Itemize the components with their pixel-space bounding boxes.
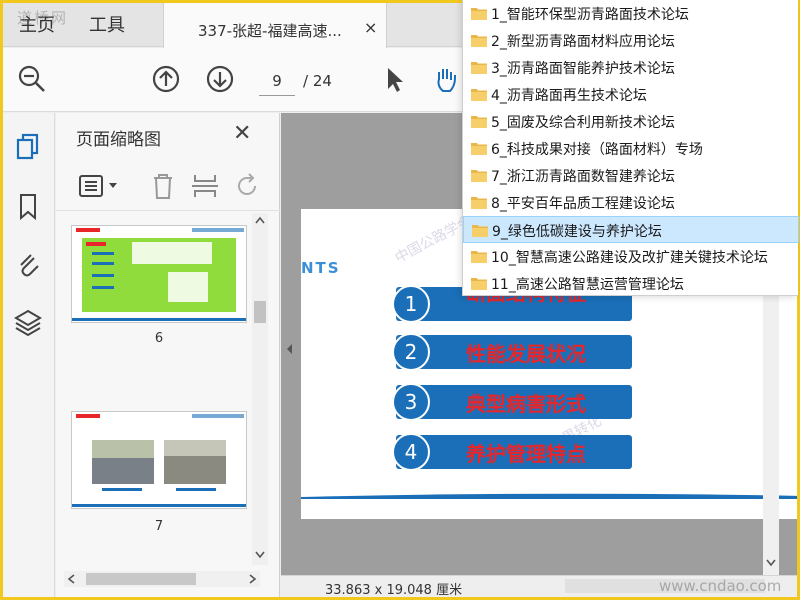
- page-dimensions: 33.863 x 19.048 厘米: [325, 583, 463, 597]
- extract-page-icon[interactable]: [190, 171, 220, 201]
- horizontal-scroll-thumb[interactable]: [86, 573, 196, 585]
- contents-heading: NTS: [301, 259, 341, 277]
- folder-icon: [471, 278, 487, 290]
- toc-text: 典型病害形式: [466, 392, 586, 416]
- site-watermark: www.cndao.com: [659, 577, 782, 595]
- folder-icon: [471, 251, 487, 263]
- folder-item[interactable]: 11_高速公路智慧运营管理论坛: [463, 270, 799, 297]
- folder-icon: [471, 35, 487, 47]
- collapse-panel-icon[interactable]: [285, 343, 293, 355]
- folder-item[interactable]: 9_绿色低碳建设与养护论坛: [463, 216, 799, 243]
- scroll-left-icon[interactable]: [67, 574, 75, 584]
- folder-icon: [471, 116, 487, 128]
- folder-item[interactable]: 8_平安百年品质工程建设论坛: [463, 189, 799, 216]
- folder-item-label: 8_平安百年品质工程建设论坛: [491, 196, 675, 212]
- tab-document[interactable]: 337-张超-福建高速... ×: [163, 3, 387, 48]
- folder-item[interactable]: 1_智能环保型沥青路面技术论坛: [463, 0, 799, 27]
- status-bar: 33.863 x 19.048 厘米 www.cndao.com: [281, 575, 797, 597]
- thumbnail-page-7[interactable]: [71, 411, 247, 509]
- folder-icon: [471, 8, 487, 20]
- thumbnail-vertical-scrollbar[interactable]: [252, 213, 268, 565]
- attachment-icon[interactable]: [13, 249, 43, 279]
- scroll-up-icon[interactable]: [255, 216, 265, 224]
- panel-close-icon[interactable]: ✕: [233, 121, 251, 146]
- folder-dropdown-list: 1_智能环保型沥青路面技术论坛 2_新型沥青路面材料应用论坛 3_沥青路面智能养护技…: [462, 0, 799, 297]
- toc-text: 性能发展状况: [466, 342, 586, 366]
- folder-item-label: 9_绿色低碳建设与养护论坛: [492, 224, 662, 240]
- folder-item[interactable]: 6_科技成果对接（路面材料）专场: [463, 135, 799, 162]
- folder-item-label: 10_智慧高速公路建设及改扩建关键技术论坛: [491, 250, 768, 266]
- thumbnail-list: 6 7: [56, 213, 280, 565]
- page-total: / 24: [303, 72, 332, 90]
- folder-item-label: 11_高速公路智慧运营管理论坛: [491, 277, 684, 293]
- select-pointer-icon[interactable]: [379, 64, 409, 94]
- thumbnail-7-preview: [72, 414, 246, 507]
- thumbnail-label: 7: [154, 519, 164, 534]
- folder-item[interactable]: 7_浙江沥青路面数智建养论坛: [463, 162, 799, 189]
- toc-item-3: 3 典型病害形式: [392, 383, 632, 421]
- toc-number: 3: [392, 383, 430, 421]
- folder-item-label: 2_新型沥青路面材料应用论坛: [491, 34, 675, 50]
- tab-tools[interactable]: 工具: [89, 11, 125, 37]
- thumbnail-page-6[interactable]: [71, 225, 247, 323]
- folder-icon: [471, 170, 487, 182]
- delete-page-icon[interactable]: [150, 171, 176, 201]
- panel-toolbar: [56, 161, 280, 211]
- vertical-scroll-thumb[interactable]: [254, 301, 266, 323]
- zoom-out-icon[interactable]: [17, 64, 47, 94]
- thumbnail-label: 6: [154, 331, 164, 346]
- left-rail: [3, 113, 55, 597]
- thumbnail-6-preview: [72, 226, 246, 321]
- thumbnail-panel: 页面缩略图 ✕ 6 7: [56, 113, 280, 597]
- scroll-down-icon[interactable]: [255, 551, 265, 559]
- toc-number: 1: [392, 285, 430, 323]
- folder-icon: [471, 62, 487, 74]
- current-page-input[interactable]: 9: [259, 66, 295, 96]
- folder-icon: [471, 197, 487, 209]
- folder-item[interactable]: 10_智慧高速公路建设及改扩建关键技术论坛: [463, 243, 799, 270]
- next-page-icon[interactable]: [205, 64, 235, 94]
- previous-page-icon[interactable]: [151, 64, 181, 94]
- doc-scroll-down-icon[interactable]: [766, 559, 776, 567]
- layers-icon[interactable]: [13, 307, 43, 337]
- document-tab-title: 337-张超-福建高速...: [198, 22, 342, 40]
- toc-text: 养护管理特点: [466, 442, 586, 466]
- folder-icon: [472, 225, 488, 237]
- scroll-right-icon[interactable]: [249, 574, 257, 584]
- rotate-page-icon[interactable]: [232, 171, 262, 201]
- bookmark-icon[interactable]: [13, 191, 43, 221]
- tab-close-icon[interactable]: ×: [364, 18, 377, 37]
- panel-title: 页面缩略图: [76, 130, 161, 150]
- toc-item-2: 2 性能发展状况: [392, 333, 632, 371]
- thumbnail-options-icon[interactable]: [78, 173, 120, 199]
- folder-item[interactable]: 5_固废及综合利用新技术论坛: [463, 108, 799, 135]
- folder-item[interactable]: 2_新型沥青路面材料应用论坛: [463, 27, 799, 54]
- folder-icon: [471, 89, 487, 101]
- folder-item-label: 7_浙江沥青路面数智建养论坛: [491, 169, 675, 185]
- folder-icon: [471, 143, 487, 155]
- folder-item[interactable]: 4_沥青路面再生技术论坛: [463, 81, 799, 108]
- thumbnail-horizontal-scrollbar[interactable]: [64, 571, 260, 587]
- slide-footer-stripe: [301, 493, 797, 499]
- folder-item[interactable]: 3_沥青路面智能养护技术论坛: [463, 54, 799, 81]
- folder-item-label: 1_智能环保型沥青路面技术论坛: [491, 7, 689, 23]
- page-thumbnails-icon[interactable]: [13, 131, 43, 161]
- hand-tool-icon[interactable]: [431, 64, 461, 94]
- toc-number: 4: [392, 433, 430, 471]
- toc-number: 2: [392, 333, 430, 371]
- tab-home[interactable]: 主页: [19, 11, 55, 37]
- folder-item-label: 6_科技成果对接（路面材料）专场: [491, 142, 703, 158]
- toc-item-4: 4 养护管理特点: [392, 433, 632, 471]
- folder-item-label: 4_沥青路面再生技术论坛: [491, 88, 647, 104]
- folder-item-label: 5_固废及综合利用新技术论坛: [491, 115, 675, 131]
- folder-item-label: 3_沥青路面智能养护技术论坛: [491, 61, 675, 77]
